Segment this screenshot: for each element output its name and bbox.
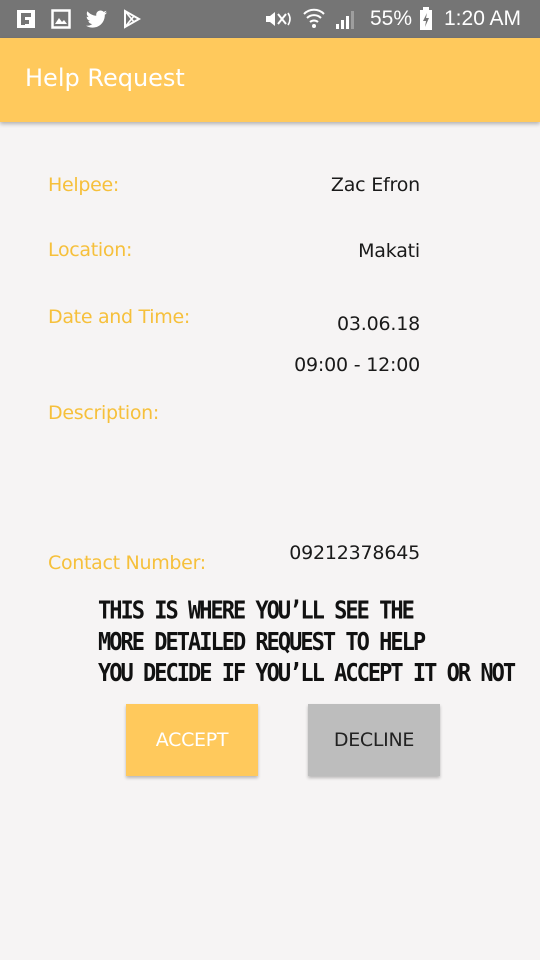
play-store-icon — [124, 9, 142, 29]
annotation-line: THIS IS WHERE YOU’LL SEE THE — [98, 597, 415, 626]
wifi-icon — [303, 8, 325, 28]
instruction-annotation: THIS IS WHERE YOU’LL SEE THE MORE DETAIL… — [98, 596, 518, 690]
signal-icon — [336, 11, 354, 29]
twitter-icon — [86, 10, 107, 28]
accept-button[interactable]: ACCEPT — [126, 704, 258, 776]
contact-value: 09212378645 — [289, 542, 420, 564]
helpee-label: Helpee: — [48, 174, 119, 196]
annotation-line: MORE DETAILED REQUEST TO HELP — [98, 628, 426, 657]
page-title: Help Request — [25, 64, 185, 92]
helpee-value: Zac Efron — [330, 174, 420, 196]
contact-label: Contact Number: — [48, 552, 206, 574]
datetime-label: Date and Time: — [48, 306, 190, 328]
battery-icon — [420, 7, 432, 30]
gallery-icon — [51, 9, 71, 29]
battery-percent: 55% — [370, 7, 413, 30]
status-bar: 55% 1:20 AM — [0, 0, 540, 38]
date-value: 03.06.18 — [336, 313, 420, 335]
annotation-line: YOU DECIDE IF YOU’LL ACCEPT IT OR NOT — [98, 659, 516, 688]
location-label: Location: — [48, 239, 133, 261]
mute-icon — [266, 12, 291, 26]
decline-button[interactable]: DECLINE — [308, 704, 440, 776]
description-label: Description: — [48, 402, 160, 424]
time-value: 09:00 - 12:00 — [294, 354, 420, 376]
flipboard-icon — [17, 10, 35, 28]
location-value: Makati — [358, 240, 420, 262]
app-bar: Help Request — [0, 38, 540, 122]
clock-time: 1:20 AM — [444, 7, 522, 30]
